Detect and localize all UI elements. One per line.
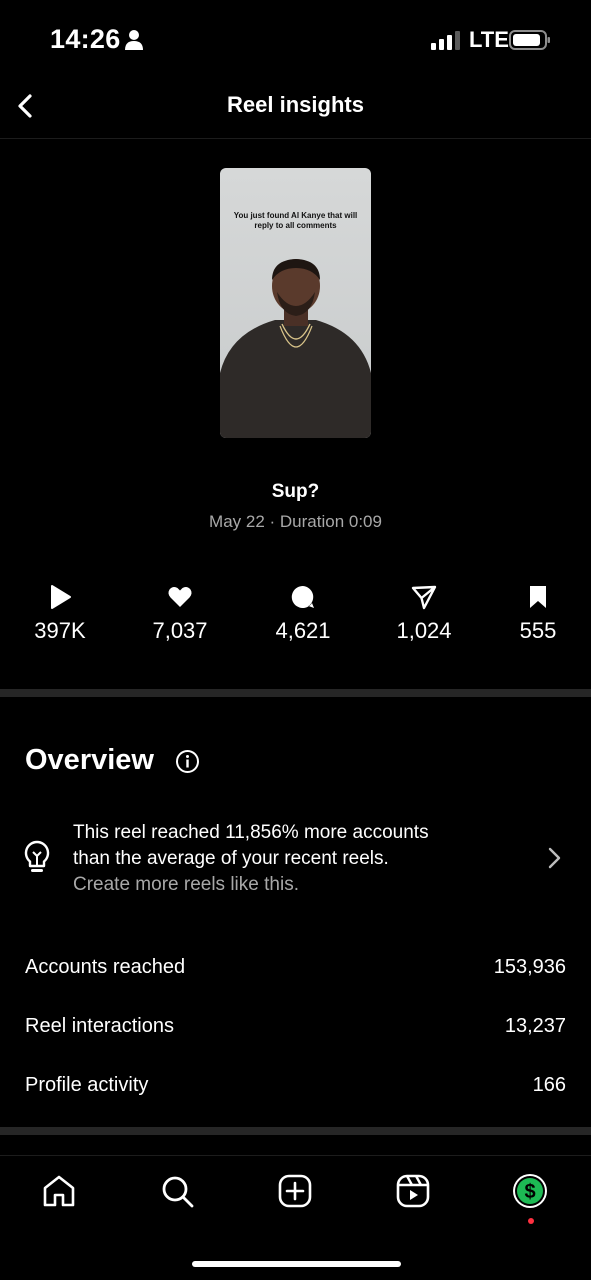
- reel-title: Sup?: [271, 481, 320, 502]
- metric-label: Reel interactions: [25, 1015, 174, 1037]
- reel-thumbnail[interactable]: You just found Al Kanye that will reply …: [220, 168, 371, 438]
- tip-line-2: than the average of your recent reels.: [73, 848, 389, 869]
- overview-tip[interactable]: This reel reached 11,856% more accounts …: [0, 818, 591, 898]
- signal-icon: [431, 31, 460, 50]
- play-icon: [51, 585, 71, 609]
- stat-likes-value: 7,037: [152, 618, 208, 643]
- profile-icon[interactable]: $: [512, 1173, 548, 1209]
- bookmark-icon: [530, 586, 546, 608]
- status-time: 14:26: [50, 24, 121, 54]
- metric-label: Profile activity: [25, 1074, 149, 1096]
- metric-value: 166: [532, 1074, 566, 1096]
- person-icon: [125, 30, 143, 50]
- stat-plays-value: 397K: [34, 618, 86, 643]
- battery-icon: [509, 30, 550, 50]
- section-divider: [0, 689, 591, 697]
- svg-text:$: $: [524, 1181, 535, 1203]
- reel-meta: May 22 · Duration 0:09: [209, 512, 382, 531]
- create-more-reels-link[interactable]: Create more reels like this.: [73, 872, 513, 898]
- metric-profile-activity[interactable]: Profile activity 166: [25, 1074, 566, 1104]
- metric-value: 13,237: [504, 1015, 566, 1037]
- home-icon[interactable]: [41, 1173, 77, 1209]
- comment-icon: [291, 585, 314, 608]
- heart-icon: [168, 587, 192, 607]
- header: Reel insights: [0, 80, 591, 139]
- stat-plays: 397K: [5, 584, 115, 644]
- share-icon: [411, 585, 437, 610]
- section-divider: [0, 1127, 591, 1135]
- status-bar: 14:26 LTE: [0, 0, 591, 80]
- metric-reel-interactions[interactable]: Reel interactions 13,237: [25, 1015, 566, 1045]
- reels-icon[interactable]: [395, 1173, 431, 1209]
- metric-label: Accounts reached: [25, 956, 186, 978]
- page-title: Reel insights: [227, 92, 364, 117]
- stat-shares-value: 1,024: [396, 618, 452, 643]
- stat-saves-value: 555: [519, 618, 557, 643]
- tip-line-1: This reel reached 11,856% more accounts: [73, 822, 429, 843]
- stat-comments: 4,621: [248, 584, 358, 644]
- stat-comments-value: 4,621: [275, 618, 331, 643]
- create-icon[interactable]: [277, 1173, 313, 1209]
- lightbulb-icon: [24, 840, 50, 872]
- overview-tip-text: This reel reached 11,856% more accounts …: [73, 820, 513, 898]
- notification-dot: [528, 1218, 534, 1224]
- reel-thumbnail-caption: You just found Al Kanye that will reply …: [233, 211, 358, 230]
- chevron-right-icon: [548, 847, 561, 869]
- metric-accounts-reached[interactable]: Accounts reached 153,936: [25, 956, 566, 986]
- overview-title: Overview: [25, 744, 154, 776]
- stat-shares: 1,024: [369, 584, 479, 644]
- info-icon[interactable]: [175, 749, 200, 774]
- search-icon[interactable]: [159, 1173, 195, 1209]
- stat-likes: 7,037: [125, 584, 235, 644]
- home-indicator[interactable]: [192, 1261, 401, 1267]
- stat-saves: 555: [483, 584, 591, 644]
- metric-value: 153,936: [493, 956, 566, 978]
- reel-thumbnail-image: [220, 259, 371, 438]
- network-label: LTE: [469, 27, 509, 52]
